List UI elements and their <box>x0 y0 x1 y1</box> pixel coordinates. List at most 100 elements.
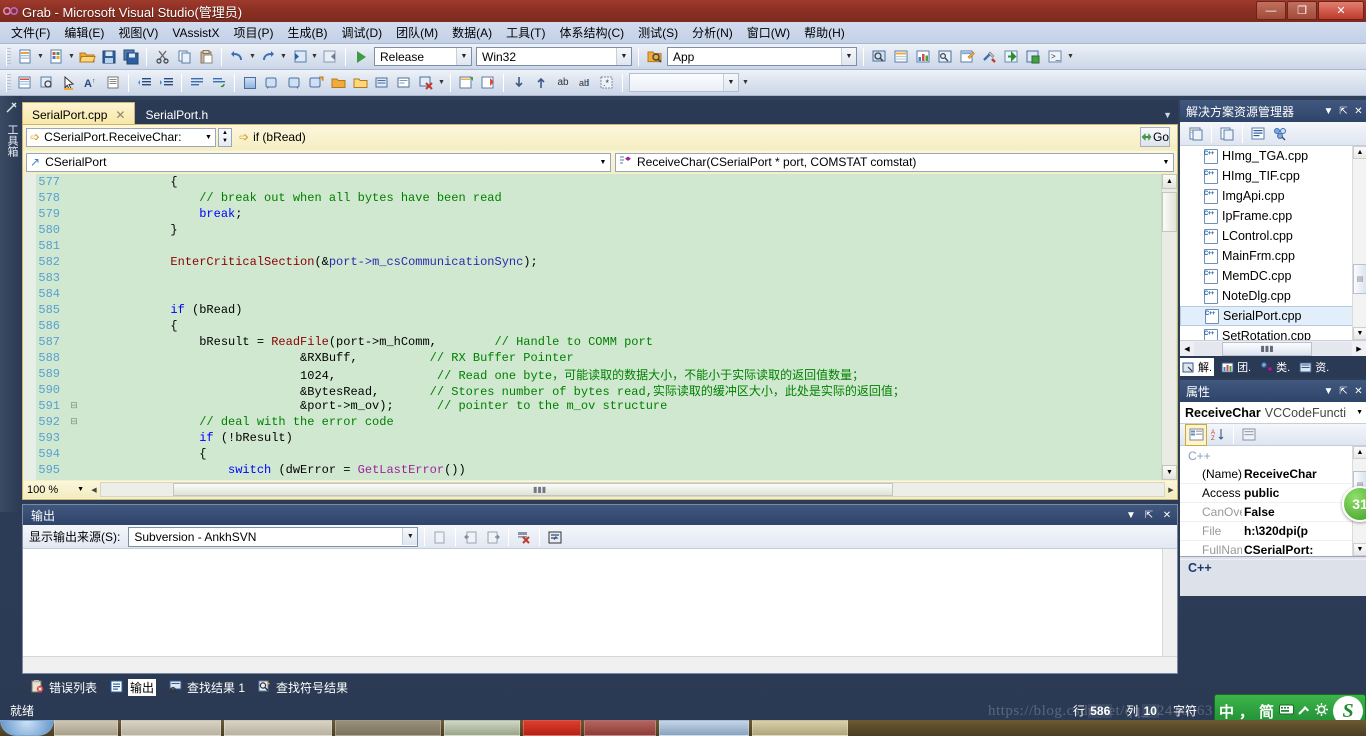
menu-vassistx[interactable]: VAssistX <box>165 24 226 42</box>
object-browser-icon[interactable] <box>868 46 890 68</box>
tab-find-results-1[interactable]: 查找结果 1 <box>168 679 245 696</box>
member-dropdown[interactable]: ReceiveChar(CSerialPort * port, COMSTAT … <box>615 152 1174 172</box>
close-button[interactable]: ✕ <box>1318 1 1364 20</box>
save-icon[interactable] <box>98 46 120 68</box>
increase-indent-icon[interactable] <box>155 72 177 94</box>
bookmark-folder-icon[interactable] <box>327 72 349 94</box>
close-icon[interactable]: ✕ <box>1351 103 1366 119</box>
tab-serialport-cpp[interactable]: SerialPort.cpp ✕ <box>22 102 136 124</box>
new-project-icon[interactable] <box>14 46 36 68</box>
comment-selection-icon[interactable] <box>186 72 208 94</box>
properties-page-icon[interactable] <box>1185 123 1207 145</box>
taskbar-item[interactable] <box>523 720 581 736</box>
chevron-down-icon[interactable]: ▼ <box>402 528 418 545</box>
chevron-down-icon[interactable]: ▼ <box>841 48 856 65</box>
taskbar-item[interactable] <box>54 720 118 736</box>
new-breakpoint-icon[interactable] <box>455 72 477 94</box>
display-list-icon[interactable] <box>102 72 124 94</box>
undo-icon[interactable] <box>226 46 248 68</box>
previous-bookmark-icon[interactable] <box>261 72 283 94</box>
solution-explorer-tree[interactable]: HImg_TGA.cpp HImg_TIF.cpp ImgApi.cpp IpFram… <box>1180 146 1366 340</box>
property-value[interactable]: public <box>1242 486 1279 500</box>
ime-simplified-button[interactable]: 简 <box>1259 701 1274 722</box>
chevron-down-icon[interactable]: ▼ <box>77 486 84 493</box>
tab-error-list[interactable]: 错误列表 <box>30 679 97 696</box>
tab-find-symbol-results[interactable]: 查找符号结果 <box>257 679 348 696</box>
editor-horizontal-scrollbar[interactable]: ▮▮▮ <box>100 482 1165 497</box>
chevron-down-icon[interactable]: ▼ <box>596 159 610 166</box>
dock-tab-resource-view[interactable]: 资. <box>1297 358 1331 376</box>
property-row[interactable]: File h:\320dpi(p <box>1180 522 1366 541</box>
tree-scroll-up-button[interactable]: ▲ <box>1353 146 1366 159</box>
menu-tools[interactable]: 工具(T) <box>499 22 552 43</box>
taskbar-item[interactable] <box>659 720 749 736</box>
find-next-icon[interactable] <box>508 72 530 94</box>
tree-file-row[interactable]: IpFrame.cpp <box>1180 206 1366 226</box>
copy-icon[interactable] <box>173 46 195 68</box>
chevron-down-icon[interactable]: ▼ <box>202 134 215 141</box>
toolbar-grip-2[interactable] <box>6 73 11 92</box>
hscroll-left-icon[interactable]: ◀ <box>88 486 100 494</box>
output-vertical-scrollbar[interactable] <box>1162 549 1177 671</box>
configuration-combo[interactable]: Release ▼ <box>374 47 472 66</box>
maximize-button[interactable]: ❐ <box>1287 1 1317 20</box>
taskbar-item[interactable] <box>224 720 332 736</box>
code-text-area[interactable]: 577 {578 // break out when all bytes hav… <box>24 174 1177 480</box>
close-icon[interactable]: ✕ <box>1159 507 1175 523</box>
dock-tab-solution-explorer[interactable]: 解. <box>1180 358 1215 376</box>
pin-icon[interactable]: ⇱ <box>1141 507 1157 523</box>
next-bookmark-icon[interactable] <box>283 72 305 94</box>
toolbar2-overflow-icon[interactable]: ▼ <box>437 72 446 94</box>
tab-serialport-h[interactable]: SerialPort.h <box>136 102 217 124</box>
navigate-backward-icon[interactable] <box>288 46 310 68</box>
property-row[interactable]: (Name) ReceiveChar <box>1180 465 1366 484</box>
tab-list-dropdown-icon[interactable]: ▼ <box>1163 110 1178 124</box>
scroll-thumb[interactable] <box>1162 192 1177 232</box>
chevron-down-icon[interactable]: ▼ <box>1159 159 1173 166</box>
spinner-down-icon[interactable]: ▼ <box>219 137 231 146</box>
property-row[interactable]: Access public <box>1180 484 1366 503</box>
property-pages-icon[interactable] <box>1238 424 1260 446</box>
navigate-dropdown-icon[interactable]: ▼ <box>310 46 319 68</box>
uncomment-selection-icon[interactable] <box>208 72 230 94</box>
toolbar-grip[interactable] <box>6 47 11 66</box>
breadcrumb-member-display[interactable]: ➩ if (bRead) <box>236 128 1140 147</box>
menu-window[interactable]: 窗口(W) <box>740 22 797 43</box>
tree-file-row[interactable]: SerialPort.cpp <box>1180 306 1366 326</box>
command-window-icon[interactable]: >_ <box>1044 46 1066 68</box>
hscroll-left-icon[interactable]: ◀ <box>1180 342 1194 356</box>
find-previous-icon[interactable] <box>530 72 552 94</box>
toolbox-icon[interactable] <box>1022 46 1044 68</box>
ime-punctuation-button[interactable]: ， <box>1239 701 1254 722</box>
tools-options-icon[interactable] <box>978 46 1000 68</box>
menu-test[interactable]: 测试(S) <box>631 22 685 43</box>
new-project-dropdown-icon[interactable]: ▼ <box>36 46 45 68</box>
solution-explorer-icon[interactable] <box>912 46 934 68</box>
redo-icon[interactable] <box>257 46 279 68</box>
taskbar-item[interactable] <box>444 720 520 736</box>
hscroll-thumb[interactable]: ▮▮▮ <box>1222 341 1312 356</box>
add-new-item-icon[interactable] <box>45 46 67 68</box>
taskbar-item[interactable] <box>335 720 441 736</box>
taskbar-item[interactable] <box>752 720 848 736</box>
open-file-icon[interactable] <box>76 46 98 68</box>
vassist-open-file-icon[interactable] <box>14 72 36 94</box>
match-case-icon[interactable]: ab <box>552 72 574 94</box>
view-code-icon[interactable] <box>1247 123 1269 145</box>
minimize-button[interactable]: — <box>1256 1 1286 20</box>
class-diagram-icon[interactable] <box>1269 123 1291 145</box>
cut-icon[interactable] <box>151 46 173 68</box>
dock-tab-class-view[interactable]: 类. <box>1258 358 1292 376</box>
class-dropdown[interactable]: ↗ CSerialPort ▼ <box>26 152 611 172</box>
keyboard-icon[interactable] <box>1279 704 1295 718</box>
fold-margin[interactable]: ⊟ <box>68 401 80 411</box>
alphabetical-view-icon[interactable]: AZ <box>1207 424 1229 446</box>
breakpoint-navigate-icon[interactable] <box>477 72 499 94</box>
menu-project[interactable]: 项目(P) <box>226 22 280 43</box>
menu-debug[interactable]: 调试(D) <box>334 22 389 43</box>
fold-margin[interactable]: ⊟ <box>68 417 80 427</box>
hscroll-thumb[interactable]: ▮▮▮ <box>173 483 893 496</box>
go-to-icon[interactable] <box>1000 46 1022 68</box>
tab-output[interactable]: 输出 <box>109 678 157 696</box>
add-item-dropdown-icon[interactable]: ▼ <box>67 46 76 68</box>
